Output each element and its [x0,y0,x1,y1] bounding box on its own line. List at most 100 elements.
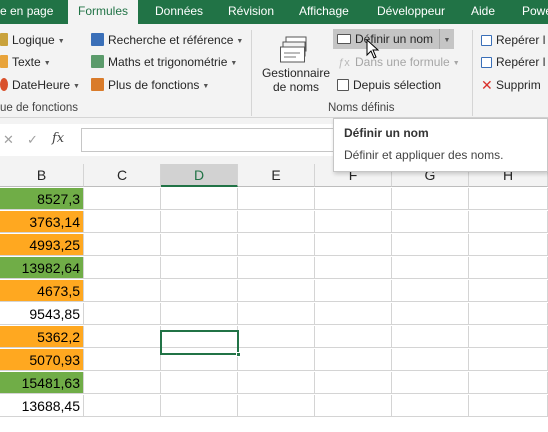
grid-cell[interactable] [84,326,161,348]
cell-b[interactable]: 9543,85 [0,303,84,325]
tab-aide[interactable]: Aide [471,0,495,24]
active-cell[interactable] [160,330,241,357]
grid-cell[interactable] [315,234,392,256]
grid-cell[interactable] [469,395,548,417]
grid-cell[interactable] [84,349,161,371]
grid-cell[interactable] [238,188,315,210]
tab-developpeur[interactable]: Développeur [377,0,445,24]
tab-mise-en-page[interactable]: e en page [0,0,53,24]
grid-cell[interactable] [238,280,315,302]
grid-cell[interactable] [161,303,238,325]
grid-cell[interactable] [315,188,392,210]
grid-cell[interactable] [84,211,161,233]
cell-b[interactable]: 8527,3 [0,188,84,210]
grid-cell[interactable] [315,211,392,233]
confirm-icon[interactable]: ✓ [27,132,38,148]
grid-cell[interactable] [469,372,548,394]
grid-cell[interactable] [315,349,392,371]
grid-cell[interactable] [161,280,238,302]
grid-cell[interactable] [315,372,392,394]
dateheure-button[interactable]: DateHeure ▼ [0,75,80,95]
grid-cell[interactable] [315,395,392,417]
gestionnaire-noms-button[interactable]: Gestionnaire de noms [258,30,334,100]
grid-cell[interactable] [161,372,238,394]
column-header-b[interactable]: B [0,164,84,187]
grid-cell[interactable] [161,257,238,279]
cell-b[interactable]: 5070,93 [0,349,84,371]
grid-cell[interactable] [469,257,548,279]
grid-cell[interactable] [84,372,161,394]
grid-cell[interactable] [469,303,548,325]
cell-b[interactable]: 3763,14 [0,211,84,233]
cell-b[interactable]: 4673,5 [0,280,84,302]
cancel-icon[interactable]: ✕ [3,132,14,148]
grid-cell[interactable] [161,211,238,233]
cell-b[interactable]: 4993,25 [0,234,84,256]
reperer-antecedents-button[interactable]: Repérer l [481,30,545,50]
grid-cell[interactable] [392,303,469,325]
grid-cell[interactable] [315,326,392,348]
grid-cell[interactable] [238,303,315,325]
grid-cell[interactable] [469,234,548,256]
cell-b[interactable]: 13688,45 [0,395,84,417]
grid-cell[interactable] [161,395,238,417]
supprimer-fleches-button[interactable]: ✕ Supprim [481,75,541,95]
column-header-c[interactable]: C [84,164,161,187]
texte-button[interactable]: Texte ▼ [0,52,51,72]
tab-affichage[interactable]: Affichage [299,0,349,24]
tab-donnees[interactable]: Données [155,0,203,24]
grid-cell[interactable] [84,257,161,279]
definir-nom-button[interactable]: Définir un nom ▼ [333,29,454,49]
grid-cell[interactable] [392,280,469,302]
grid-cell[interactable] [84,280,161,302]
tab-formules[interactable]: Formules [68,0,139,25]
column-header-d[interactable]: D [161,164,238,187]
grid-cell[interactable] [392,188,469,210]
grid-cell[interactable] [238,395,315,417]
grid-cell[interactable] [315,257,392,279]
reperer-dependants-button[interactable]: Repérer l [481,52,545,72]
grid-cell[interactable] [315,280,392,302]
recherche-reference-button[interactable]: Recherche et référence ▼ [91,30,243,50]
tab-power[interactable]: Powe [522,0,548,24]
grid-cell[interactable] [315,303,392,325]
grid-cell[interactable] [238,234,315,256]
grid-cell[interactable] [469,349,548,371]
column-header-e[interactable]: E [238,164,315,187]
grid-cell[interactable] [469,280,548,302]
grid-cell[interactable] [392,326,469,348]
grid-cell[interactable] [84,234,161,256]
insert-function-icon[interactable]: fx [52,131,64,146]
definir-dropdown[interactable]: ▼ [439,29,454,49]
cell-b[interactable]: 5362,2 [0,326,84,348]
maths-trigo-button[interactable]: Maths et trigonométrie ▼ [91,52,237,72]
grid-cell[interactable] [161,188,238,210]
depuis-selection-button[interactable]: Depuis sélection [337,75,441,95]
plus-fonctions-button[interactable]: Plus de fonctions ▼ [91,75,209,95]
dans-formule-button[interactable]: ƒx Dans une formule ▼ [337,52,459,72]
cell-b[interactable]: 13982,64 [0,257,84,279]
grid-cell[interactable] [469,326,548,348]
grid-cell[interactable] [84,303,161,325]
logique-button[interactable]: Logique ▼ [0,30,65,50]
grid-cell[interactable] [238,349,315,371]
grid-cell[interactable] [469,188,548,210]
grid-cell[interactable] [238,326,315,348]
grid-cell[interactable] [392,372,469,394]
grid-cell[interactable] [392,211,469,233]
grid-cell[interactable] [392,257,469,279]
grid-cell[interactable] [392,234,469,256]
grid-cell[interactable] [84,395,161,417]
grid-cell[interactable] [392,395,469,417]
grid-cell[interactable] [238,211,315,233]
cell-b[interactable]: 15481,63 [0,372,84,394]
tab-revision[interactable]: Révision [228,0,274,24]
grid-cell[interactable] [469,211,548,233]
tooltip-description: Définir et appliquer des noms. [344,148,504,162]
grid-cell[interactable] [238,257,315,279]
grid-cell[interactable] [84,188,161,210]
grid-cell[interactable] [392,349,469,371]
grid-cell[interactable] [161,234,238,256]
fill-handle[interactable] [236,352,241,357]
grid-cell[interactable] [238,372,315,394]
